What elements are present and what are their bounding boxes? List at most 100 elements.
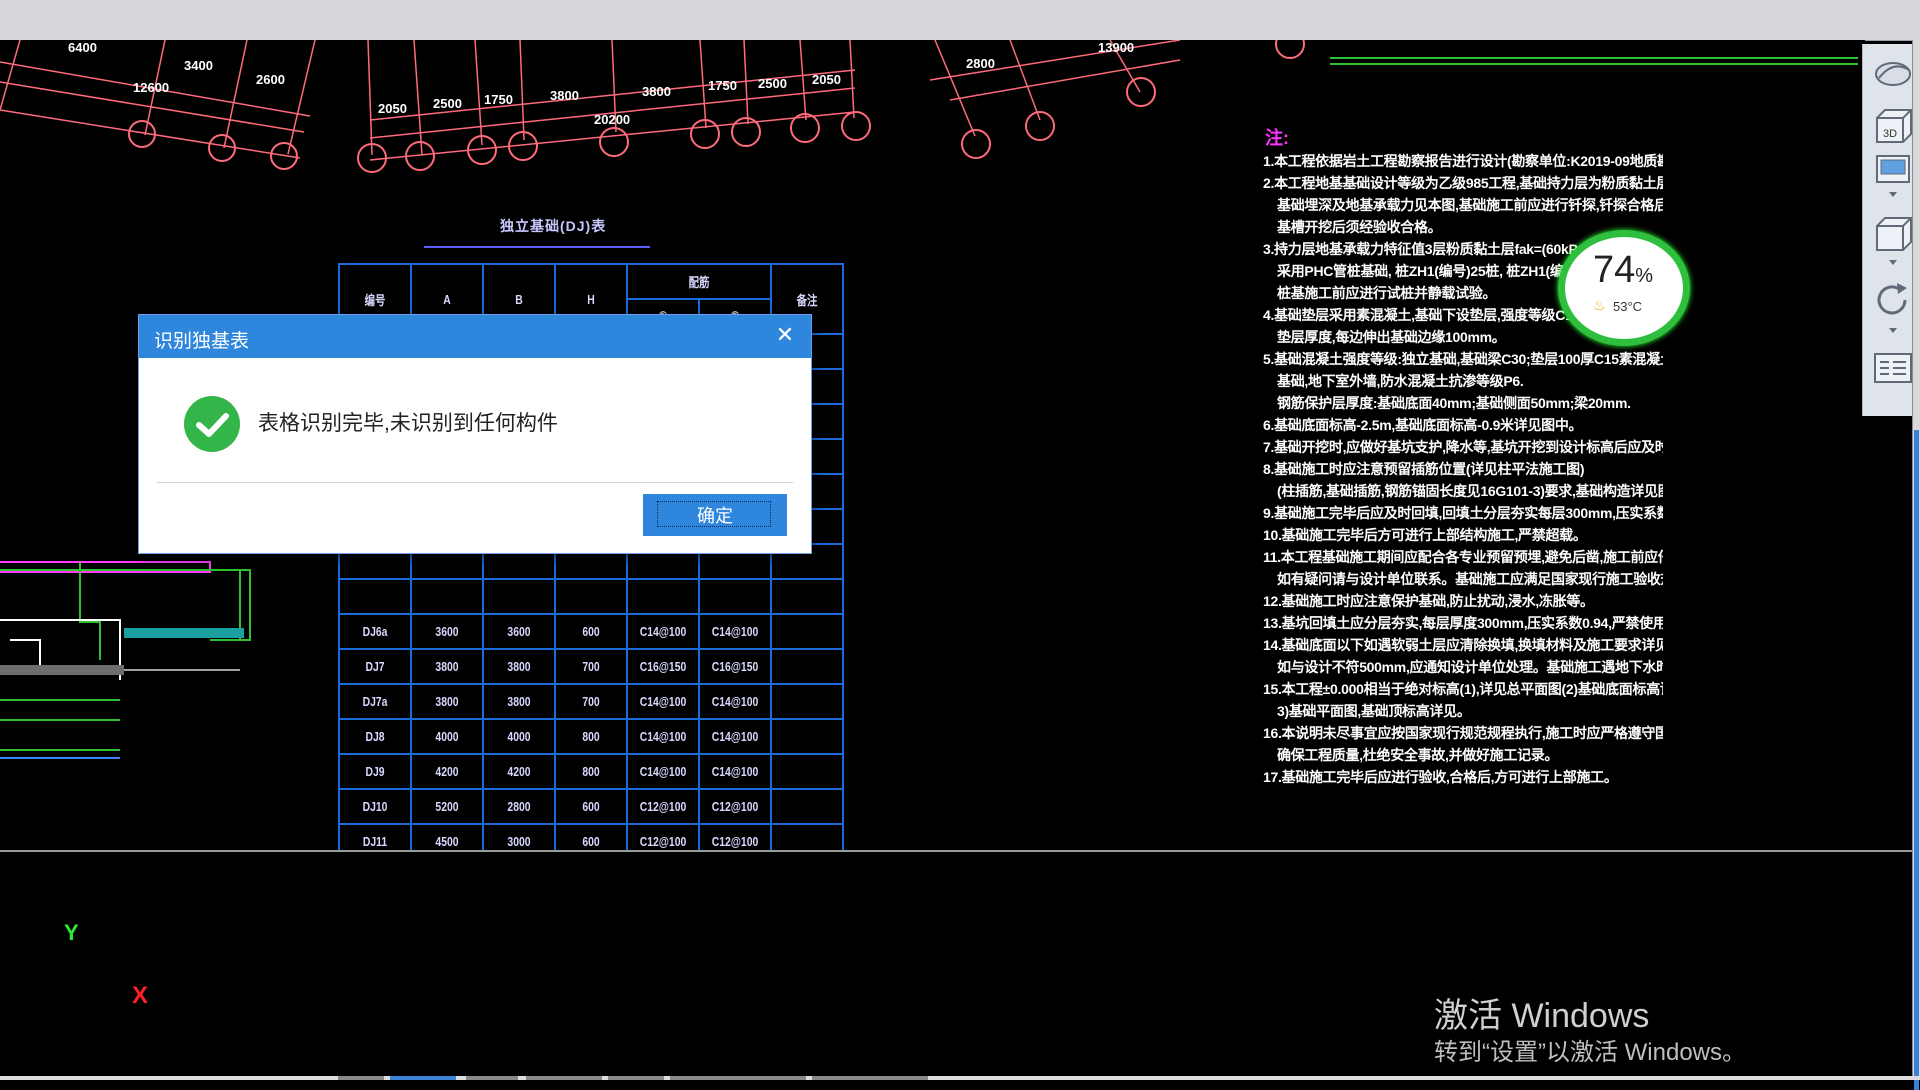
app-title-bar <box>0 0 1920 41</box>
note-line: 2.本工程地基基础设计等级为乙级985工程,基础持力层为粉质黏土层, <box>1263 175 1663 191</box>
dim-label: 1750 <box>484 92 513 107</box>
table-cell <box>777 718 837 755</box>
activation-watermark-title: 激活 Windows <box>1434 997 1650 1035</box>
table-cell <box>777 753 837 790</box>
layer-list-icon[interactable] <box>1871 348 1915 388</box>
view-3d-icon[interactable]: 3D <box>1871 104 1915 144</box>
notes-heading: 注: <box>1265 128 1289 148</box>
dim-label: 2600 <box>256 72 285 87</box>
note-line: 8.基础施工时应注意预留插筋位置(详见柱平法施工图) <box>1263 461 1585 477</box>
table-row: DJ8 4000 4000 800 C14@100 C14@100 <box>339 718 843 755</box>
table-header-cell: 配筋 <box>640 263 758 300</box>
dialog-message: 表格识别完毕,未识别到任何构件 <box>258 412 558 435</box>
table-cell: 3800 <box>417 648 477 685</box>
chevron-down-icon[interactable] <box>1871 188 1915 202</box>
table-cell <box>777 823 837 850</box>
note-line: 9.基础施工完毕后应及时回填,回填土分层夯实每层300mm,压实系数见说明。 <box>1263 505 1663 521</box>
table-cell: 800 <box>561 753 621 790</box>
orbit-view-icon[interactable] <box>1871 54 1915 94</box>
table-cell <box>345 578 405 615</box>
chevron-down-icon[interactable] <box>1871 324 1915 338</box>
table-cell <box>705 578 765 615</box>
layout-tab[interactable] <box>526 1076 602 1080</box>
svg-text:3D: 3D <box>1883 128 1897 140</box>
dim-label: 2800 <box>966 56 995 71</box>
table-cell <box>777 648 837 685</box>
layout-tab[interactable] <box>608 1076 664 1080</box>
performance-gauge[interactable]: 74% ♨ 53°C <box>1558 230 1690 346</box>
success-check-icon <box>184 396 240 452</box>
table-cell: C12@100 <box>705 788 765 825</box>
table-cell: C16@150 <box>705 648 765 685</box>
table-cell: 5200 <box>417 788 477 825</box>
layout-tab[interactable] <box>338 1076 384 1080</box>
note-line: 如与设计不符500mm,应通知设计单位处理。基础施工遇地下水时应采取降水措施。 <box>1277 659 1663 675</box>
scrollbar-thumb[interactable] <box>1914 430 1919 1090</box>
table-cell <box>417 578 477 615</box>
table-cell: C14@100 <box>633 718 693 755</box>
table-cell: DJ11 <box>345 823 405 850</box>
layout-tab[interactable] <box>390 1076 456 1080</box>
note-line: 5.基础混凝土强度等级:独立基础,基础梁C30;垫层100厚C15素混凝土。 <box>1263 351 1663 367</box>
table-cell: 600 <box>561 788 621 825</box>
table-cell: DJ10 <box>345 788 405 825</box>
chevron-down-icon[interactable] <box>1871 256 1915 270</box>
dim-label: 3800 <box>642 84 671 99</box>
table-title: 独立基础(DJ)表 <box>500 218 607 234</box>
activation-watermark-subtitle: 转到“设置”以激活 Windows。 <box>1434 1039 1747 1066</box>
note-line: 如有疑问请与设计单位联系。基础施工应满足国家现行施工验收规范要求。 <box>1277 571 1663 587</box>
dim-label: 13900 <box>1098 40 1134 55</box>
gauge-value: 74% <box>1593 249 1654 291</box>
table-title-underline <box>424 246 650 248</box>
dim-label: 2050 <box>378 101 407 116</box>
table-cell <box>777 788 837 825</box>
table-cell <box>777 613 837 650</box>
note-line: 基础埋深及地基承载力见本图,基础施工前应进行钎探,钎探合格后方可施工。 <box>1277 197 1663 213</box>
view-top-icon[interactable] <box>1871 148 1915 188</box>
table-cell: DJ6a <box>345 613 405 650</box>
dialog-titlebar[interactable]: 识别独基表 ✕ <box>139 315 811 358</box>
table-cell: DJ9 <box>345 753 405 790</box>
close-icon[interactable]: ✕ <box>773 323 797 347</box>
table-cell: C14@100 <box>705 753 765 790</box>
layout-tab[interactable] <box>466 1076 518 1080</box>
table-cell: C14@100 <box>705 613 765 650</box>
dialog-divider <box>157 482 793 483</box>
ok-button[interactable]: 确定 <box>643 494 787 536</box>
table-row: DJ7a 3800 3800 700 C14@100 C14@100 <box>339 683 843 720</box>
table-cell: 800 <box>561 718 621 755</box>
layout-tab[interactable] <box>670 1076 806 1080</box>
table-cell: C12@100 <box>633 823 693 850</box>
table-row: DJ11 4500 3000 600 C12@100 C12@100 <box>339 823 843 850</box>
table-cell: 4000 <box>489 718 549 755</box>
table-cell: 2800 <box>489 788 549 825</box>
note-line: 14.基础底面以下如遇软弱土层应清除换填,换填材料及施工要求详见说明,基础埋深 <box>1263 637 1663 653</box>
dim-label: 2500 <box>758 76 787 91</box>
layout-tab[interactable] <box>812 1076 928 1080</box>
view-cube-icon[interactable] <box>1871 212 1915 252</box>
note-line: 13.基坑回填土应分层夯实,每层厚度300mm,压实系数0.94,严禁使用建筑垃… <box>1263 615 1663 631</box>
dim-label: 20200 <box>594 112 630 127</box>
vertical-scrollbar[interactable] <box>1912 40 1920 1090</box>
table-cell: 4200 <box>489 753 549 790</box>
rotate-icon[interactable] <box>1871 280 1915 320</box>
note-line: 15.本工程±0.000相当于绝对标高(1),详见总平面图(2)基础底面标高详见 <box>1263 681 1663 697</box>
table-cell: C14@100 <box>705 718 765 755</box>
table-row: DJ10 5200 2800 600 C12@100 C12@100 <box>339 788 843 825</box>
table-cell: C14@100 <box>633 613 693 650</box>
table-cell: 3800 <box>489 683 549 720</box>
note-line: 12.基础施工时应注意保护基础,防止扰动,浸水,冻胀等。 <box>1263 593 1594 609</box>
axis-x-label: X <box>132 982 149 1009</box>
table-cell: 4500 <box>417 823 477 850</box>
dialog-title: 识别独基表 <box>154 331 250 352</box>
table-cell: C14@100 <box>633 753 693 790</box>
table-cell: 3600 <box>489 613 549 650</box>
table-cell: C14@100 <box>705 683 765 720</box>
table-cell <box>777 578 837 615</box>
table-cell: C12@100 <box>633 788 693 825</box>
note-line: 16.本说明未尽事宜应按国家现行规范规程执行,施工时应严格遵守国家有关安全规范规… <box>1263 725 1663 741</box>
table-cell: 700 <box>561 683 621 720</box>
dim-label: 2050 <box>812 72 841 87</box>
table-cell: C12@100 <box>705 823 765 850</box>
dim-label: 3800 <box>550 88 579 103</box>
